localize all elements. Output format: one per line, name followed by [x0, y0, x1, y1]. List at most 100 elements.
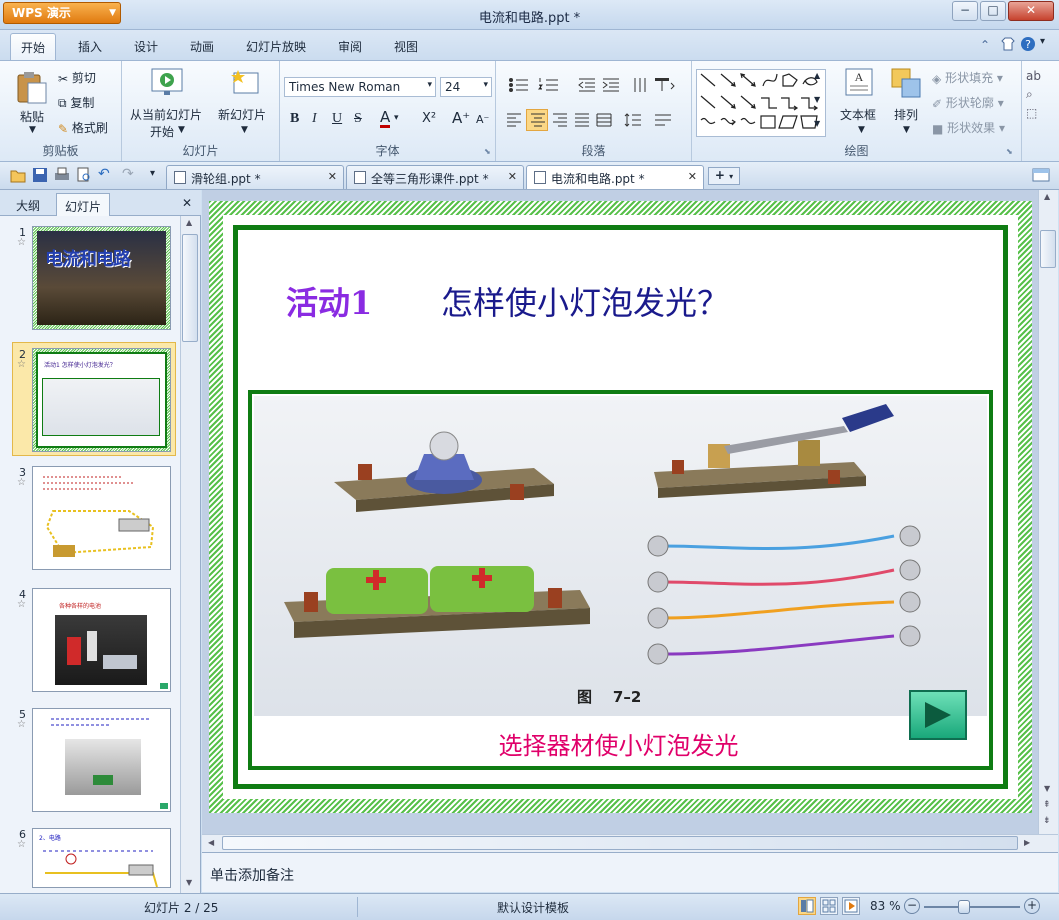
shrink-font-button[interactable]: A⁻	[476, 113, 489, 126]
scroll-down-icon[interactable]: ▼	[186, 878, 192, 887]
tab-home[interactable]: 开始	[10, 33, 57, 61]
text-direction-button[interactable]	[632, 77, 650, 96]
tab-design[interactable]: 设计	[134, 38, 158, 55]
line-spacing-button[interactable]	[624, 113, 642, 130]
scrollbar-thumb[interactable]	[222, 836, 1018, 850]
textbox-button[interactable]: A	[844, 67, 874, 100]
normal-view-button[interactable]	[798, 897, 816, 915]
previous-slide-icon[interactable]: ⇞	[1043, 800, 1051, 810]
redo-icon[interactable]: ↷	[122, 166, 134, 182]
gallery-scroll-up-icon[interactable]: ▲	[814, 71, 820, 80]
thumbnail-row-5[interactable]: 5 ☆	[0, 708, 178, 814]
tab-insert[interactable]: 插入	[78, 38, 102, 55]
shape-effect-button[interactable]: ■ 形状效果 ▾	[932, 119, 1005, 136]
notes-placeholder[interactable]: 单击添加备注	[210, 865, 294, 885]
gallery-more-icon[interactable]: ▼	[814, 119, 820, 128]
gallery-scroll-down-icon[interactable]: ▼	[814, 95, 820, 104]
arrange-dropdown-icon[interactable]: ▼	[903, 125, 910, 135]
skin-icon[interactable]	[1000, 36, 1016, 55]
help-icon[interactable]: ?	[1020, 36, 1036, 55]
font-size-select[interactable]: 24 ▾	[440, 77, 492, 97]
scrollbar-thumb[interactable]	[182, 234, 198, 342]
zoom-slider-track[interactable]	[924, 906, 1020, 908]
font-color-button[interactable]: A	[380, 109, 391, 128]
editor-horizontal-scrollbar[interactable]: ◀ ▶	[202, 834, 1058, 852]
new-slide-button[interactable]	[230, 67, 260, 100]
tab-animation[interactable]: 动画	[190, 38, 214, 55]
strikethrough-button[interactable]: S	[354, 111, 362, 127]
zoom-in-button[interactable]: +	[1024, 898, 1040, 914]
print-preview-icon[interactable]	[76, 167, 92, 186]
close-pane-icon[interactable]: ✕	[182, 196, 192, 210]
circuit-components-photo[interactable]: 图 7–2	[254, 396, 987, 716]
format-painter-button[interactable]: ✎ 格式刷	[58, 119, 108, 136]
decrease-indent-button[interactable]	[578, 77, 596, 96]
align-text-button[interactable]	[654, 77, 676, 96]
close-button[interactable]: ✕	[1008, 1, 1054, 21]
scroll-down-icon[interactable]: ▼	[1044, 784, 1050, 793]
save-icon[interactable]	[32, 167, 48, 186]
font-dialog-launcher-icon[interactable]: ⬊	[484, 147, 491, 156]
minimize-button[interactable]: −	[952, 1, 978, 21]
slide-thumbnail[interactable]: 2、电路	[32, 828, 171, 888]
align-left-button[interactable]	[506, 113, 522, 130]
underline-button[interactable]: U	[332, 111, 342, 127]
scrollbar-thumb[interactable]	[1040, 230, 1056, 268]
paste-dropdown-icon[interactable]: ▼	[29, 125, 36, 135]
thumbnail-row-3[interactable]: 3 ☆	[0, 466, 178, 572]
print-icon[interactable]	[54, 167, 70, 186]
arrange-button[interactable]	[890, 67, 922, 102]
slide-title-activity[interactable]: 活动1	[286, 278, 372, 324]
slide-canvas[interactable]: 活动1 怎样使小灯泡发光？ 图 7–2 选择器材使小灯泡发光	[209, 201, 1032, 813]
close-tab-icon[interactable]: ✕	[688, 170, 697, 183]
start-dropdown-icon[interactable]: ▼	[178, 125, 185, 135]
paragraph-spacing-button[interactable]	[654, 113, 672, 130]
tab-list-icon[interactable]	[1032, 167, 1050, 186]
thumbnail-scrollbar[interactable]: ▲ ▼	[180, 216, 200, 893]
doc-tab-2[interactable]: 全等三角形课件.ppt * ✕	[346, 165, 524, 189]
thumbnail-row-4[interactable]: 4 ☆ 各种各样的电池	[0, 588, 178, 694]
tab-review[interactable]: 审阅	[338, 38, 362, 55]
scroll-left-icon[interactable]: ◀	[208, 838, 214, 847]
play-slideshow-button[interactable]	[842, 897, 860, 915]
new-slide-dropdown-icon[interactable]: ▼	[241, 125, 248, 135]
bold-button[interactable]: B	[290, 111, 299, 127]
shape-gallery[interactable]	[696, 69, 826, 137]
scroll-up-icon[interactable]: ▲	[1044, 192, 1050, 201]
close-tab-icon[interactable]: ✕	[328, 170, 337, 183]
scroll-right-icon[interactable]: ▶	[1024, 838, 1030, 847]
zoom-out-button[interactable]: −	[904, 898, 920, 914]
font-name-select[interactable]: Times New Roman ▾	[284, 77, 436, 97]
slide-thumbnail[interactable]: 活动1 怎样使小灯泡发光？	[32, 348, 171, 452]
new-tab-button[interactable]: + ▾	[708, 167, 740, 185]
thumbnail-row-2[interactable]: 2 ☆ 活动1 怎样使小灯泡发光？	[0, 348, 178, 454]
align-center-button[interactable]	[526, 109, 548, 131]
slide-sorter-button[interactable]	[820, 897, 838, 915]
numbering-button[interactable]	[538, 77, 560, 96]
distribute-button[interactable]	[596, 113, 612, 130]
undo-icon[interactable]: ↶	[98, 166, 110, 182]
increase-indent-button[interactable]	[602, 77, 620, 96]
font-color-dropdown-icon[interactable]: ▾	[394, 113, 399, 123]
italic-button[interactable]: I	[312, 111, 317, 127]
tab-slides[interactable]: 幻灯片	[56, 193, 111, 216]
doc-tab-1[interactable]: 滑轮组.ppt * ✕	[166, 165, 344, 189]
slide-caption[interactable]: 选择器材使小灯泡发光	[252, 726, 985, 761]
open-icon[interactable]	[10, 167, 26, 186]
customize-toolbar-icon[interactable]: ▾	[150, 168, 155, 179]
bullets-button[interactable]	[508, 77, 530, 96]
paste-button[interactable]	[14, 69, 50, 108]
align-right-button[interactable]	[552, 113, 568, 130]
thumbnail-row-1[interactable]: 1 ☆ 电流和电路	[0, 226, 178, 332]
shape-fill-button[interactable]: ◈ 形状填充 ▾	[932, 69, 1003, 86]
grow-font-button[interactable]: A⁺	[452, 109, 470, 127]
notes-pane[interactable]: 单击添加备注	[202, 852, 1058, 892]
doc-tab-3[interactable]: 电流和电路.ppt * ✕	[526, 165, 704, 189]
close-tab-icon[interactable]: ✕	[508, 170, 517, 183]
tab-outline[interactable]: 大纲	[8, 193, 48, 216]
tab-view[interactable]: 视图	[394, 38, 418, 55]
slide-thumbnail[interactable]: 电流和电路	[32, 226, 171, 330]
slide-thumbnail[interactable]	[32, 466, 171, 570]
collapse-ribbon-icon[interactable]: ⌃	[980, 38, 990, 52]
thumbnail-row-6[interactable]: 6 ☆ 2、电路	[0, 828, 178, 892]
